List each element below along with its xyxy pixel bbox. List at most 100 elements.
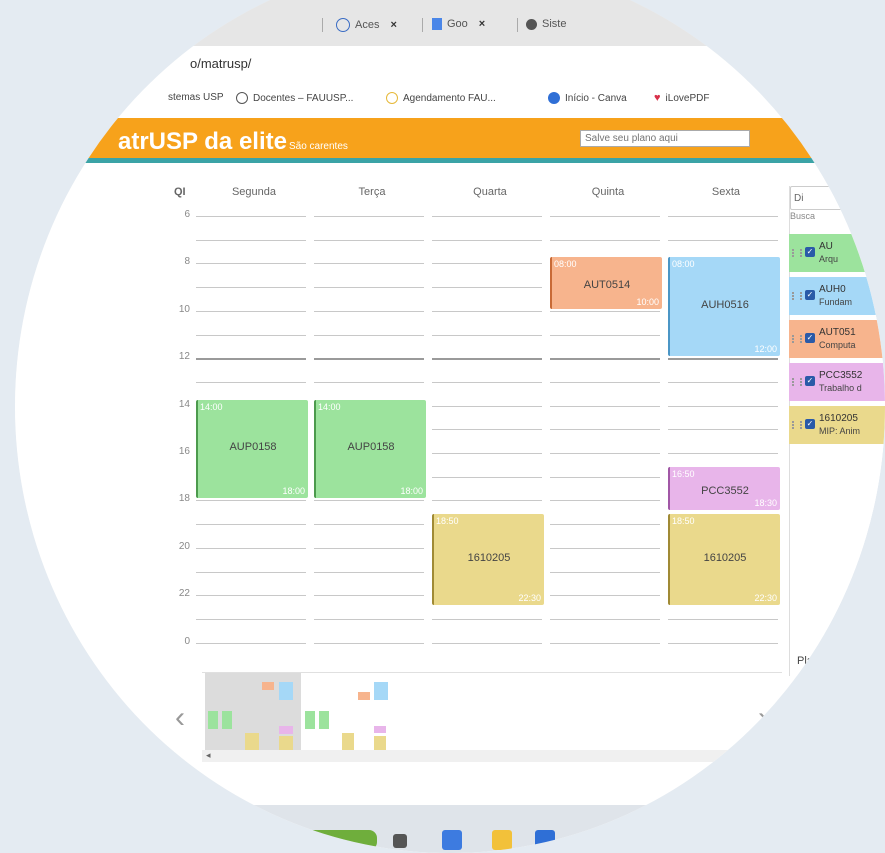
circle-icon xyxy=(236,92,248,104)
calendar-event[interactable]: 14:00 AUP0158 18:00 xyxy=(314,399,426,499)
hour-line xyxy=(196,500,306,502)
hour-line xyxy=(668,216,778,217)
hour-line xyxy=(550,547,660,549)
course-code: AUT051 xyxy=(819,327,856,338)
thumbnail-block xyxy=(245,733,259,750)
thumbnail-block xyxy=(374,682,388,700)
event-start: 16:50 xyxy=(672,468,695,479)
hour-line xyxy=(314,642,424,644)
hour-line xyxy=(314,547,424,549)
hour-line xyxy=(432,618,542,620)
taskbar-folder-icon[interactable] xyxy=(492,830,512,850)
drag-handle-icon[interactable] xyxy=(792,378,802,386)
hour-label: 16 xyxy=(178,446,190,457)
browser-tab-1[interactable]: Aces × xyxy=(336,18,397,32)
scroll-left-icon[interactable]: ◂ xyxy=(206,750,211,761)
taskbar-widgets-icon[interactable] xyxy=(307,830,377,850)
hour-line xyxy=(668,642,778,644)
calendar-event[interactable]: 18:50 1610205 22:30 xyxy=(668,514,780,606)
taskbar-edge-icon[interactable] xyxy=(585,830,605,850)
hour-line xyxy=(550,476,660,478)
chevron-left-icon[interactable]: ‹ xyxy=(175,701,185,735)
course-code: AU xyxy=(819,241,833,252)
hour-line xyxy=(196,310,306,312)
event-end: 18:00 xyxy=(282,486,305,497)
hour-line xyxy=(550,334,660,336)
hour-line xyxy=(196,358,306,361)
drag-handle-icon[interactable] xyxy=(792,421,802,429)
hour-line xyxy=(196,618,306,620)
event-code: AUT0514 xyxy=(583,278,631,291)
course-name: Arqu xyxy=(819,254,839,264)
hour-line xyxy=(550,642,660,644)
calendar-event[interactable]: 08:00 AUT0514 10:00 xyxy=(550,257,662,309)
calendar-event[interactable]: 14:00 AUP0158 18:00 xyxy=(196,399,308,499)
thumbnail-block xyxy=(262,682,274,690)
checkbox[interactable]: ✓ xyxy=(805,247,815,257)
panel-search-label: Busca xyxy=(790,211,816,221)
hour-line xyxy=(550,381,660,383)
course-item[interactable]: ✓ PCC3552 Trabalho d xyxy=(789,363,885,401)
globe-icon xyxy=(526,18,537,30)
calendar-event[interactable]: 08:00 AUH0516 12:00 xyxy=(668,257,780,357)
browser-tab-2[interactable]: Goo × xyxy=(432,18,485,30)
circular-crop: Aces × Goo × Siste o/matrusp/ stemas USP… xyxy=(15,0,885,853)
thumbnail-scrollbar[interactable]: ◂ xyxy=(202,750,782,762)
event-start: 18:50 xyxy=(672,516,695,527)
hour-label: 8 xyxy=(184,256,190,268)
hour-line xyxy=(432,287,542,289)
close-icon[interactable]: × xyxy=(390,19,396,31)
drag-handle-icon[interactable] xyxy=(792,249,802,257)
hour-label: 22 xyxy=(178,588,190,600)
event-end: 10:00 xyxy=(636,296,659,307)
close-icon[interactable]: × xyxy=(479,18,485,30)
address-bar[interactable]: o/matrusp/ xyxy=(15,46,885,81)
heart-icon: ♥ xyxy=(654,92,661,104)
hour-line xyxy=(314,263,424,265)
taskbar-taskview-icon[interactable] xyxy=(393,834,407,848)
hour-line xyxy=(314,381,424,383)
hour-label: 20 xyxy=(178,540,190,552)
checkbox[interactable]: ✓ xyxy=(805,290,815,300)
screenshot-content: Aces × Goo × Siste o/matrusp/ stemas USP… xyxy=(15,0,885,853)
chevron-right-icon[interactable]: › xyxy=(758,701,768,735)
taskbar-app-icon[interactable] xyxy=(442,830,462,850)
course-item[interactable]: ✓ 1610205 MIP: Anim xyxy=(789,406,885,444)
hour-line xyxy=(196,381,306,383)
hour-line xyxy=(196,216,306,217)
checkbox[interactable]: ✓ xyxy=(805,333,815,343)
hour-line xyxy=(550,571,660,573)
bookmark-item[interactable]: stemas USP xyxy=(168,92,224,103)
bookmark-item[interactable]: Agendamento FAU... xyxy=(386,92,496,104)
checkbox[interactable]: ✓ xyxy=(805,376,815,386)
hour-line xyxy=(314,524,424,526)
event-start: 08:00 xyxy=(554,259,577,270)
course-name: Trabalho d xyxy=(819,383,862,393)
drag-handle-icon[interactable] xyxy=(792,292,802,300)
course-name: MIP: Anim xyxy=(819,426,861,436)
day-header-3: Quinta xyxy=(591,186,625,198)
hour-line xyxy=(550,310,660,312)
drag-handle-icon[interactable] xyxy=(792,335,802,343)
app-brand: atrUSP da elite São carentes xyxy=(118,128,348,155)
panel-select[interactable]: Di xyxy=(790,186,870,210)
calendar-event[interactable]: 16:50 PCC3552 18:30 xyxy=(668,466,780,511)
taskbar-store-icon[interactable] xyxy=(535,830,555,850)
course-item[interactable]: ✓ AUT051 Computa xyxy=(789,320,885,358)
course-code: 1610205 xyxy=(819,413,858,424)
course-name: Computa xyxy=(819,340,856,350)
course-item[interactable]: ✓ AUH0 Fundam xyxy=(789,277,885,315)
event-code: 1610205 xyxy=(467,552,511,565)
bookmark-item[interactable]: Docentes – FAUUSP... xyxy=(236,92,353,104)
bookmark-item[interactable]: ♥ iLovePDF xyxy=(654,92,709,104)
hour-line xyxy=(432,358,542,361)
course-item[interactable]: ✓ AU Arqu xyxy=(789,234,885,272)
bookmark-item[interactable]: Início - Canva xyxy=(548,92,627,104)
hour-line xyxy=(668,453,778,454)
hour-line xyxy=(432,453,542,454)
save-plan-input[interactable] xyxy=(580,130,750,147)
browser-tab-3[interactable]: Siste xyxy=(526,18,566,30)
hour-line xyxy=(196,334,306,336)
calendar-event[interactable]: 18:50 1610205 22:30 xyxy=(432,514,544,606)
checkbox[interactable]: ✓ xyxy=(805,419,815,429)
